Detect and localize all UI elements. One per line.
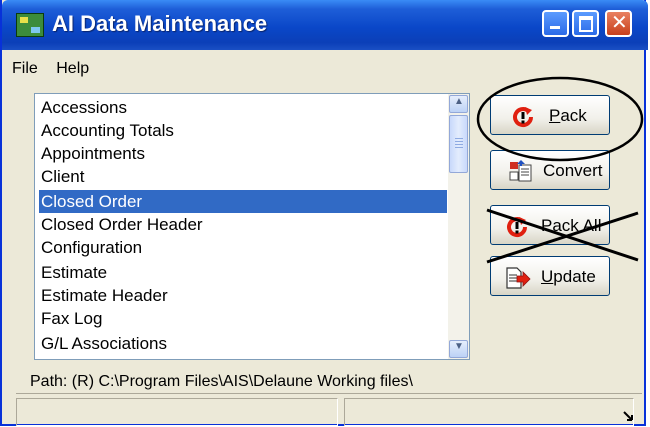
status-panel-right	[344, 398, 634, 426]
pack-button-label: Pack	[549, 106, 587, 125]
close-button[interactable]: ✕	[605, 10, 632, 37]
menu-bar: File Help	[12, 60, 103, 78]
chevron-up-icon: ▲	[454, 96, 464, 107]
update-button-label: Update	[541, 267, 596, 286]
list-item-selected[interactable]: Closed Order	[38, 189, 448, 214]
list-item[interactable]: Fax Log	[39, 307, 447, 330]
close-icon: ✕	[611, 12, 628, 34]
list-item[interactable]: Closed Order Header	[39, 213, 447, 236]
vertical-scrollbar[interactable]: ▲ ▼	[448, 94, 469, 359]
window-title: AI Data Maintenance	[52, 11, 268, 36]
maximize-button[interactable]	[572, 10, 599, 37]
menu-file[interactable]: File	[12, 60, 38, 77]
update-arrow-icon	[506, 267, 531, 289]
chevron-down-icon: ▼	[454, 341, 464, 352]
refresh-alert-icon	[513, 107, 534, 127]
list-item[interactable]: Configuration	[39, 236, 447, 259]
list-item[interactable]: Appointments	[39, 142, 447, 165]
list-item[interactable]: Estimate Header	[39, 284, 447, 307]
list-item[interactable]: Estimate	[39, 261, 447, 284]
list-item[interactable]: Client	[39, 165, 447, 188]
convert-icon	[509, 160, 532, 182]
list-item[interactable]: Accessions	[39, 96, 447, 119]
update-button[interactable]: Update	[490, 256, 610, 296]
status-bar	[16, 393, 642, 427]
convert-button[interactable]: Convert	[490, 150, 610, 190]
main-window: AI Data Maintenance ✕ File Help Accessio…	[0, 0, 648, 427]
pack-all-button-label: Pack All	[541, 216, 602, 235]
scroll-down-button[interactable]: ▼	[449, 340, 468, 358]
path-label: Path: (R) C:\Program Files\AIS\Delaune W…	[30, 373, 413, 390]
title-bar[interactable]: AI Data Maintenance ✕	[2, 0, 648, 50]
pack-all-button[interactable]: Pack All	[490, 205, 610, 245]
scroll-up-button[interactable]: ▲	[449, 95, 468, 113]
menu-help[interactable]: Help	[56, 60, 89, 77]
list-item[interactable]: G/L Associations	[39, 332, 447, 355]
pack-button[interactable]: Pack	[490, 95, 610, 135]
table-list[interactable]: Accessions Accounting Totals Appointment…	[34, 93, 470, 360]
scroll-thumb[interactable]	[449, 115, 468, 173]
minimize-button[interactable]	[542, 10, 569, 37]
refresh-alert-icon	[507, 217, 528, 237]
status-panel-left	[16, 398, 338, 426]
resize-grip-icon[interactable]	[622, 410, 634, 422]
app-icon[interactable]	[16, 13, 44, 37]
list-item[interactable]: Accounting Totals	[39, 119, 447, 142]
convert-button-label: Convert	[543, 161, 603, 180]
